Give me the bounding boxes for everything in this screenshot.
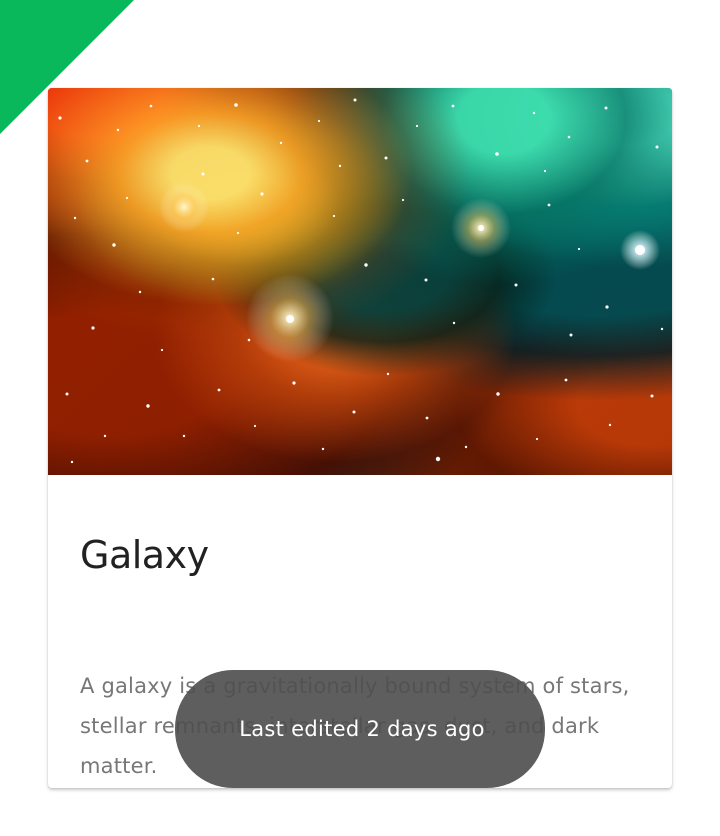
galaxy-image <box>48 88 672 475</box>
page: Galaxy A galaxy is a gravitationally bou… <box>0 0 720 836</box>
card-title: Galaxy <box>80 533 209 577</box>
status-snackbar: Last edited 2 days ago <box>175 670 545 788</box>
snackbar-message: Last edited 2 days ago <box>239 717 485 741</box>
galaxy-stars <box>58 98 664 464</box>
